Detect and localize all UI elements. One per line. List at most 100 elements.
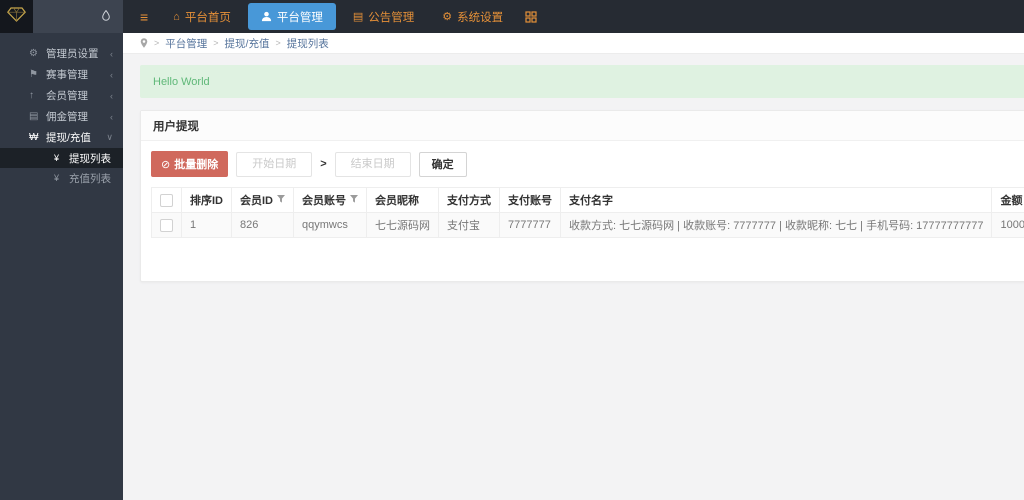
yen-icon: ¥ (54, 153, 60, 163)
sidebar-item-commission-management[interactable]: ▤ 佣金管理 ‹ (0, 106, 123, 127)
breadcrumb-separator: > (275, 38, 281, 48)
filter-icon[interactable] (277, 194, 285, 206)
card-title: 用户提现 (153, 120, 199, 133)
table-row: 1 826 qqymwcs 七七源码网 支付宝 7777777 收款方式: 七七… (151, 212, 1024, 238)
batch-delete-label: 批量删除 (174, 159, 219, 171)
cell-account: qqymwcs (293, 212, 367, 238)
breadcrumb-withdraw-list[interactable]: 提现列表 (287, 36, 329, 51)
top-navbar: ≡ ⌂ 平台首页 平台管理 ▤ 公告管理 ⚙ 系统设置 (123, 0, 1024, 33)
nav-item-label: 系统设置 (457, 11, 504, 24)
sidebar-header (0, 0, 123, 33)
col-pay-method: 支付方式 (438, 187, 500, 213)
sidebar-item-member-management[interactable]: ↑ 会员管理 ‹ (0, 85, 123, 106)
sidebar-item-label: 管理员设置 (46, 48, 99, 60)
chevron-left-icon: ‹ (110, 111, 113, 122)
ban-icon: ⊘ (161, 158, 171, 171)
location-pin-icon (140, 38, 148, 48)
col-member-id: 会员ID (231, 187, 294, 213)
sidebar-item-admin-settings[interactable]: ⚙ 管理员设置 ‹ (0, 43, 123, 64)
col-pay-name: 支付名字 (559, 187, 993, 213)
cell-amount: 10000 (991, 212, 1024, 238)
row-select-cell (151, 212, 182, 238)
end-date-input[interactable] (334, 151, 411, 177)
date-range-separator: > (320, 158, 327, 170)
col-sort-id: 排序ID (181, 187, 232, 213)
table-header-row: 排序ID 会员ID 会员账号 会员昵称 支付方式 支付账号 支付名字 金额 (151, 187, 1024, 213)
col-account: 会员账号 (293, 187, 367, 213)
start-date-input[interactable] (236, 151, 313, 177)
batch-delete-button[interactable]: ⊘ 批量删除 (151, 151, 229, 177)
chevron-down-icon: ∨ (106, 132, 113, 142)
member-icon: ↑ (29, 90, 34, 101)
nav-item-announcement-management[interactable]: ▤ 公告管理 (339, 0, 428, 33)
cell-member-id: 826 (231, 212, 294, 238)
sidebar-item-label: 充值列表 (69, 172, 111, 185)
gear-icon: ⚙ (442, 11, 453, 23)
sidebar-item-label: 赛事管理 (46, 69, 88, 81)
alert-banner: Hello World × (140, 65, 1024, 98)
app-logo[interactable] (0, 0, 33, 33)
commission-icon: ▤ (29, 111, 39, 122)
nav-item-home[interactable]: ⌂ 平台首页 (159, 0, 245, 33)
select-all-header (151, 187, 182, 213)
breadcrumb-separator: > (154, 38, 160, 48)
yen-icon: ¥ (54, 173, 60, 183)
select-all-checkbox[interactable] (160, 193, 173, 207)
main-area: ≡ ⌂ 平台首页 平台管理 ▤ 公告管理 ⚙ 系统设置 > 平台管理 > 提现/… (123, 0, 1024, 500)
sidebar-item-withdraw-list[interactable]: ¥ 提现列表 (0, 148, 123, 168)
row-checkbox[interactable] (160, 218, 173, 232)
table-toolbar: ⊘ 批量删除 > 确定 (151, 151, 1024, 177)
card-header: 用户提现 (141, 111, 1024, 141)
admin-settings-icon: ⚙ (29, 48, 38, 59)
chevron-left-icon: ‹ (110, 48, 113, 59)
sidebar-item-label: 提现/充值 (46, 132, 91, 144)
sidebar: ⚙ 管理员设置 ‹ ⚑ 赛事管理 ‹ ↑ 会员管理 ‹ ▤ 佣金管理 ‹ ₩ 提 (0, 0, 123, 500)
match-icon: ⚑ (29, 69, 38, 80)
cell-pay-method: 支付宝 (438, 212, 500, 238)
droplet-icon[interactable] (102, 8, 110, 26)
nav-item-label: 平台首页 (184, 11, 231, 24)
announcement-icon: ▤ (352, 11, 364, 23)
won-icon: ₩ (29, 132, 39, 143)
card-body: ⊘ 批量删除 > 确定 排序ID (141, 141, 1024, 281)
col-account-label: 会员账号 (302, 195, 346, 207)
confirm-button[interactable]: 确定 (418, 151, 467, 177)
sidebar-item-recharge-list[interactable]: ¥ 充值列表 (0, 168, 123, 188)
app-window: ⚙ 管理员设置 ‹ ⚑ 赛事管理 ‹ ↑ 会员管理 ‹ ▤ 佣金管理 ‹ ₩ 提 (0, 0, 1024, 500)
pagination: / 1 页，共 1 条数据，每页显示数量 (151, 248, 1024, 271)
sidebar-item-label: 会员管理 (46, 90, 88, 102)
cell-sort-id: 1 (181, 212, 232, 238)
breadcrumb-withdraw-recharge[interactable]: 提现/充值 (225, 36, 270, 51)
col-pay-account: 支付账号 (499, 187, 561, 213)
sidebar-item-match-management[interactable]: ⚑ 赛事管理 ‹ (0, 64, 123, 85)
user-icon (261, 11, 272, 22)
alert-message: Hello World (153, 75, 210, 88)
cell-nickname: 七七源码网 (366, 212, 439, 238)
breadcrumb-platform-management[interactable]: 平台管理 (165, 36, 207, 51)
sidebar-item-label: 佣金管理 (46, 111, 88, 123)
grid-icon[interactable] (525, 10, 537, 23)
diamond-logo-icon (7, 6, 26, 27)
nav-item-system-settings[interactable]: ⚙ 系统设置 (428, 0, 517, 33)
chevron-left-icon: ‹ (110, 90, 113, 101)
sidebar-item-label: 提现列表 (69, 152, 111, 165)
home-icon: ⌂ (173, 10, 180, 23)
col-member-id-label: 会员ID (240, 195, 273, 207)
filter-icon[interactable] (350, 194, 358, 206)
user-withdraw-card: 用户提现 ⊘ 批量删除 开始日期 > 结束日期 确定 排序ID 会员ID 会员账… (140, 110, 1024, 282)
hamburger-icon[interactable]: ≡ (129, 9, 159, 25)
sidebar-menu: ⚙ 管理员设置 ‹ ⚑ 赛事管理 ‹ ↑ 会员管理 ‹ ▤ 佣金管理 ‹ ₩ 提 (0, 33, 123, 188)
nav-item-label: 公告管理 (368, 11, 415, 24)
breadcrumb-separator: > (213, 38, 219, 48)
col-nickname: 会员昵称 (366, 187, 439, 213)
nav-item-label: 平台管理 (276, 11, 323, 24)
chevron-left-icon: ‹ (110, 69, 113, 80)
breadcrumb: > 平台管理 > 提现/充值 > 提现列表 (123, 33, 1024, 54)
sidebar-submenu: ¥ 提现列表 ¥ 充值列表 (0, 148, 123, 188)
nav-item-platform-management[interactable]: 平台管理 (247, 3, 336, 30)
col-amount: 金额 (991, 187, 1024, 213)
sidebar-item-withdraw-recharge[interactable]: ₩ 提现/充值 ∨ (0, 127, 123, 148)
content-area: Hello World × 用户提现 (123, 54, 1024, 500)
withdraw-table: 排序ID 会员ID 会员账号 会员昵称 支付方式 支付账号 支付名字 金额 1 … (151, 187, 1024, 238)
cell-pay-name: 收款方式: 七七源码网 | 收款账号: 7777777 | 收款昵称: 七七 |… (559, 212, 993, 238)
